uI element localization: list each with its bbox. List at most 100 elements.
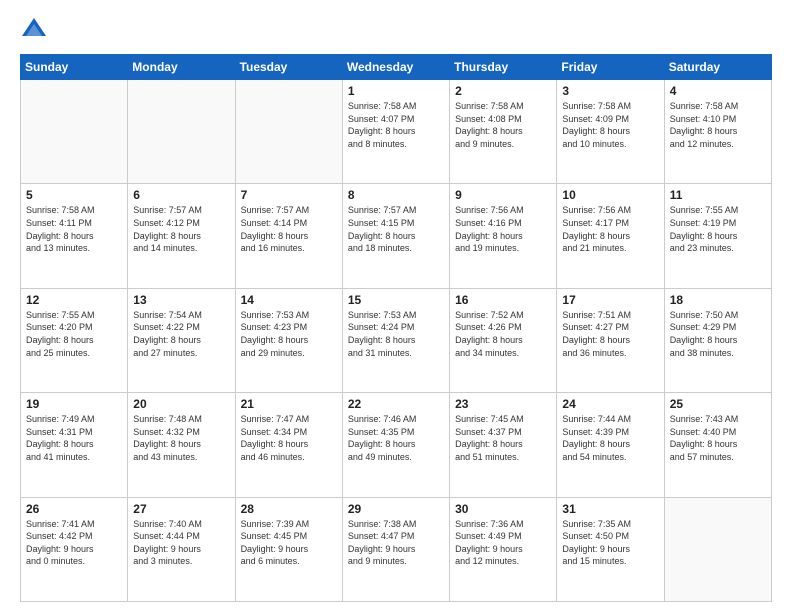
day-info: Sunrise: 7:53 AM Sunset: 4:23 PM Dayligh… <box>241 309 337 359</box>
calendar-week-row: 19 Sunrise: 7:49 AM Sunset: 4:31 PM Dayli… <box>21 393 772 497</box>
calendar-cell <box>235 80 342 184</box>
day-number: 6 <box>133 188 229 202</box>
day-info: Sunrise: 7:49 AM Sunset: 4:31 PM Dayligh… <box>26 413 122 463</box>
calendar-cell: 9Sunrise: 7:56 AM Sunset: 4:16 PM Daylig… <box>450 184 557 288</box>
day-number: 5 <box>26 188 122 202</box>
day-number: 24 <box>562 397 658 411</box>
day-info: Sunrise: 7:57 AM Sunset: 4:15 PM Dayligh… <box>348 204 444 254</box>
day-info: Sunrise: 7:54 AM Sunset: 4:22 PM Dayligh… <box>133 309 229 359</box>
calendar-cell: 21 Sunrise: 7:47 AM Sunset: 4:34 PM Dayli… <box>235 393 342 497</box>
day-number: 15 <box>348 293 444 307</box>
day-info: Sunrise: 7:48 AM Sunset: 4:32 PM Dayligh… <box>133 413 229 463</box>
day-info: Sunrise: 7:57 AM Sunset: 4:12 PM Dayligh… <box>133 204 229 254</box>
day-number: 29 <box>348 502 444 516</box>
day-info: Sunrise: 7:58 AM Sunset: 4:10 PM Dayligh… <box>670 100 766 150</box>
calendar-table: SundayMondayTuesdayWednesdayThursdayFrid… <box>20 54 772 602</box>
logo-icon <box>20 16 48 44</box>
day-number: 18 <box>670 293 766 307</box>
day-info: Sunrise: 7:52 AM Sunset: 4:26 PM Dayligh… <box>455 309 551 359</box>
weekday-header-sunday: Sunday <box>21 55 128 80</box>
calendar-cell: 20 Sunrise: 7:48 AM Sunset: 4:32 PM Dayli… <box>128 393 235 497</box>
day-number: 12 <box>26 293 122 307</box>
day-info: Sunrise: 7:55 AM Sunset: 4:20 PM Dayligh… <box>26 309 122 359</box>
calendar-cell: 13 Sunrise: 7:54 AM Sunset: 4:22 PM Dayli… <box>128 288 235 392</box>
calendar-cell: 3 Sunrise: 7:58 AM Sunset: 4:09 PM Daylig… <box>557 80 664 184</box>
calendar-cell: 17 Sunrise: 7:51 AM Sunset: 4:27 PM Dayli… <box>557 288 664 392</box>
day-info: Sunrise: 7:58 AM Sunset: 4:11 PM Dayligh… <box>26 204 122 254</box>
day-info: Sunrise: 7:58 AM Sunset: 4:08 PM Dayligh… <box>455 100 551 150</box>
weekday-header-saturday: Saturday <box>664 55 771 80</box>
day-info: Sunrise: 7:53 AM Sunset: 4:24 PM Dayligh… <box>348 309 444 359</box>
day-number: 22 <box>348 397 444 411</box>
calendar-cell: 29Sunrise: 7:38 AM Sunset: 4:47 PM Dayli… <box>342 497 449 601</box>
calendar-cell: 15 Sunrise: 7:53 AM Sunset: 4:24 PM Dayli… <box>342 288 449 392</box>
day-number: 23 <box>455 397 551 411</box>
day-info: Sunrise: 7:56 AM Sunset: 4:16 PM Dayligh… <box>455 204 551 254</box>
day-info: Sunrise: 7:36 AM Sunset: 4:49 PM Dayligh… <box>455 518 551 568</box>
day-number: 21 <box>241 397 337 411</box>
calendar-cell <box>21 80 128 184</box>
calendar-cell: 16Sunrise: 7:52 AM Sunset: 4:26 PM Dayli… <box>450 288 557 392</box>
day-number: 8 <box>348 188 444 202</box>
day-number: 3 <box>562 84 658 98</box>
day-info: Sunrise: 7:57 AM Sunset: 4:14 PM Dayligh… <box>241 204 337 254</box>
calendar-week-row: 5 Sunrise: 7:58 AM Sunset: 4:11 PM Daylig… <box>21 184 772 288</box>
day-info: Sunrise: 7:47 AM Sunset: 4:34 PM Dayligh… <box>241 413 337 463</box>
day-number: 17 <box>562 293 658 307</box>
day-number: 4 <box>670 84 766 98</box>
day-info: Sunrise: 7:41 AM Sunset: 4:42 PM Dayligh… <box>26 518 122 568</box>
day-info: Sunrise: 7:35 AM Sunset: 4:50 PM Dayligh… <box>562 518 658 568</box>
day-number: 14 <box>241 293 337 307</box>
calendar-cell: 14 Sunrise: 7:53 AM Sunset: 4:23 PM Dayli… <box>235 288 342 392</box>
day-info: Sunrise: 7:46 AM Sunset: 4:35 PM Dayligh… <box>348 413 444 463</box>
weekday-header-thursday: Thursday <box>450 55 557 80</box>
day-info: Sunrise: 7:58 AM Sunset: 4:09 PM Dayligh… <box>562 100 658 150</box>
calendar-cell: 22 Sunrise: 7:46 AM Sunset: 4:35 PM Dayli… <box>342 393 449 497</box>
calendar-cell: 27 Sunrise: 7:40 AM Sunset: 4:44 PM Dayli… <box>128 497 235 601</box>
calendar-week-row: 26Sunrise: 7:41 AM Sunset: 4:42 PM Dayli… <box>21 497 772 601</box>
calendar-cell: 1 Sunrise: 7:58 AM Sunset: 4:07 PM Daylig… <box>342 80 449 184</box>
day-number: 25 <box>670 397 766 411</box>
day-number: 7 <box>241 188 337 202</box>
calendar-cell: 26Sunrise: 7:41 AM Sunset: 4:42 PM Dayli… <box>21 497 128 601</box>
weekday-header-wednesday: Wednesday <box>342 55 449 80</box>
day-number: 13 <box>133 293 229 307</box>
calendar-cell: 28 Sunrise: 7:39 AM Sunset: 4:45 PM Dayli… <box>235 497 342 601</box>
day-number: 27 <box>133 502 229 516</box>
calendar-cell: 12 Sunrise: 7:55 AM Sunset: 4:20 PM Dayli… <box>21 288 128 392</box>
day-number: 1 <box>348 84 444 98</box>
day-info: Sunrise: 7:43 AM Sunset: 4:40 PM Dayligh… <box>670 413 766 463</box>
day-info: Sunrise: 7:39 AM Sunset: 4:45 PM Dayligh… <box>241 518 337 568</box>
calendar-cell <box>128 80 235 184</box>
day-number: 28 <box>241 502 337 516</box>
calendar-cell: 19 Sunrise: 7:49 AM Sunset: 4:31 PM Dayli… <box>21 393 128 497</box>
calendar-cell: 6 Sunrise: 7:57 AM Sunset: 4:12 PM Daylig… <box>128 184 235 288</box>
day-info: Sunrise: 7:51 AM Sunset: 4:27 PM Dayligh… <box>562 309 658 359</box>
day-info: Sunrise: 7:58 AM Sunset: 4:07 PM Dayligh… <box>348 100 444 150</box>
calendar-cell: 24Sunrise: 7:44 AM Sunset: 4:39 PM Dayli… <box>557 393 664 497</box>
day-number: 2 <box>455 84 551 98</box>
page: SundayMondayTuesdayWednesdayThursdayFrid… <box>0 0 792 612</box>
calendar-cell: 31Sunrise: 7:35 AM Sunset: 4:50 PM Dayli… <box>557 497 664 601</box>
day-number: 20 <box>133 397 229 411</box>
day-info: Sunrise: 7:50 AM Sunset: 4:29 PM Dayligh… <box>670 309 766 359</box>
weekday-header-tuesday: Tuesday <box>235 55 342 80</box>
calendar-cell: 4 Sunrise: 7:58 AM Sunset: 4:10 PM Daylig… <box>664 80 771 184</box>
calendar-cell <box>664 497 771 601</box>
day-number: 30 <box>455 502 551 516</box>
calendar-cell: 10Sunrise: 7:56 AM Sunset: 4:17 PM Dayli… <box>557 184 664 288</box>
calendar-cell: 2 Sunrise: 7:58 AM Sunset: 4:08 PM Daylig… <box>450 80 557 184</box>
calendar-cell: 30 Sunrise: 7:36 AM Sunset: 4:49 PM Dayli… <box>450 497 557 601</box>
day-info: Sunrise: 7:40 AM Sunset: 4:44 PM Dayligh… <box>133 518 229 568</box>
day-number: 10 <box>562 188 658 202</box>
calendar-cell: 5 Sunrise: 7:58 AM Sunset: 4:11 PM Daylig… <box>21 184 128 288</box>
calendar-cell: 11Sunrise: 7:55 AM Sunset: 4:19 PM Dayli… <box>664 184 771 288</box>
header <box>20 16 772 44</box>
weekday-header-row: SundayMondayTuesdayWednesdayThursdayFrid… <box>21 55 772 80</box>
day-number: 19 <box>26 397 122 411</box>
calendar-cell: 23 Sunrise: 7:45 AM Sunset: 4:37 PM Dayli… <box>450 393 557 497</box>
day-number: 11 <box>670 188 766 202</box>
day-info: Sunrise: 7:45 AM Sunset: 4:37 PM Dayligh… <box>455 413 551 463</box>
calendar-cell: 25 Sunrise: 7:43 AM Sunset: 4:40 PM Dayli… <box>664 393 771 497</box>
calendar-cell: 7 Sunrise: 7:57 AM Sunset: 4:14 PM Daylig… <box>235 184 342 288</box>
